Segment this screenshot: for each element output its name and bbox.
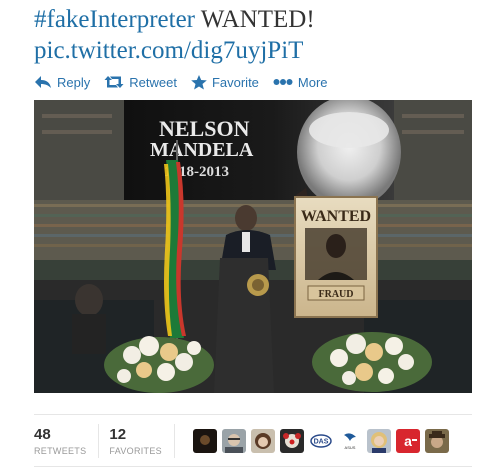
retweets-stat[interactable]: 48 RETWEETS [34, 426, 108, 456]
svg-text:DAS: DAS [314, 439, 329, 446]
more-label: More [297, 74, 328, 90]
hashtag-link[interactable]: #fakeInterpreter [34, 6, 195, 33]
avatar-asus-logo[interactable]: ASUS [337, 429, 362, 453]
stats-divider-top [34, 414, 472, 415]
fraud-caption: FRAUD [319, 289, 354, 300]
favorite-label: Favorite [211, 74, 259, 90]
reply-icon [34, 75, 52, 89]
favorites-count: 12 [109, 426, 127, 443]
flower-arrangement-right [312, 332, 432, 392]
retweet-label: Retweet [129, 74, 177, 90]
avatar-dark[interactable] [192, 429, 217, 453]
star-icon [191, 74, 207, 90]
avatar-man-glasses[interactable] [221, 429, 246, 453]
favorites-stat[interactable]: 12 FAVORITES [109, 426, 184, 456]
stat-separator [98, 424, 100, 458]
tweet-photo[interactable]: NELSON MANDELA 1918-2013 WANTED FRAUD [34, 100, 472, 393]
tweet-stats: 48 RETWEETS 12 FAVORITES DAS ASUS a [34, 421, 449, 461]
screen-name-line1: NELSON [159, 116, 250, 141]
retweets-count: 48 [34, 426, 51, 443]
favorite-button[interactable]: Favorite [191, 74, 259, 90]
avatar-man-hat[interactable] [424, 429, 449, 453]
stats-divider-bottom [34, 466, 472, 467]
svg-text:a: a [404, 433, 412, 449]
tweet-actions: Reply Retweet Favorite More [34, 72, 328, 92]
favorites-label: FAVORITES [109, 446, 162, 456]
speaker-head [235, 205, 257, 231]
pic-link[interactable]: pic.twitter.com/dig7uyjPiT [34, 35, 474, 66]
tweet-body: WANTED! [195, 6, 315, 33]
wanted-title: WANTED [301, 208, 371, 225]
stat-separator [173, 424, 175, 458]
retweet-button[interactable]: Retweet [104, 75, 177, 90]
reply-label: Reply [57, 74, 91, 90]
screen-name-line2: MANDELA [150, 139, 254, 161]
svg-text:ASUS: ASUS [345, 445, 356, 450]
retweets-label: RETWEETS [34, 446, 87, 456]
avatar-das-logo[interactable]: DAS [308, 429, 333, 453]
tweet-text: #fakeInterpreter WANTED! pic.twitter.com… [34, 4, 474, 66]
avatar-woman[interactable] [250, 429, 275, 453]
retweet-icon [104, 75, 124, 89]
avatar-a-logo[interactable]: a [395, 429, 420, 453]
avatar-woman-blonde[interactable] [366, 429, 391, 453]
more-dots-icon [273, 78, 293, 86]
reply-button[interactable]: Reply [34, 75, 90, 90]
favoriter-avatars: DAS ASUS a [192, 429, 449, 453]
wanted-poster: WANTED FRAUD [294, 196, 378, 318]
avatar-clown[interactable] [279, 429, 304, 453]
more-button[interactable]: More [273, 75, 328, 90]
seated-person [75, 284, 103, 316]
